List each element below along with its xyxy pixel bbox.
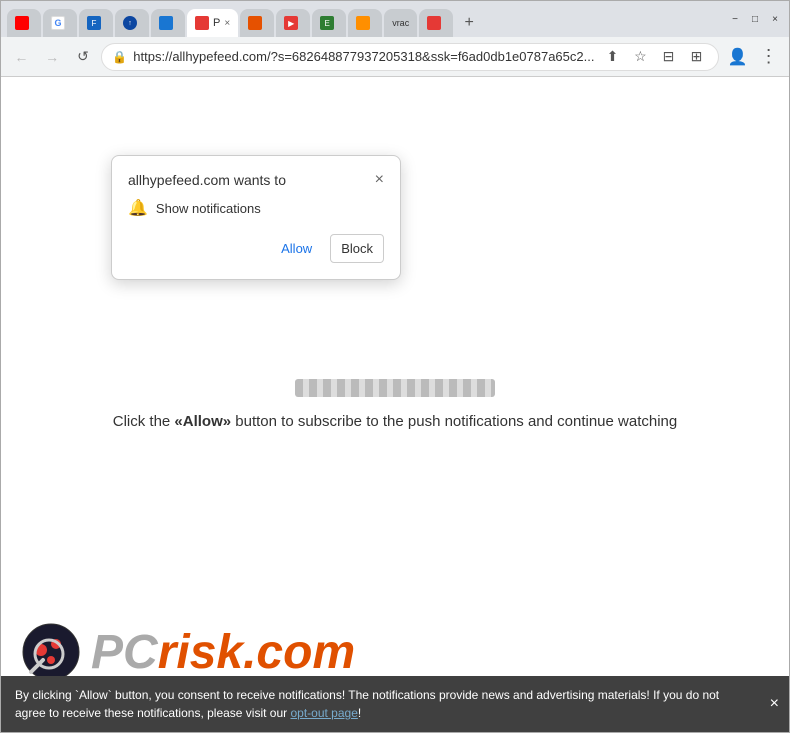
bottom-bar-text: By clicking `Allow` button, you consent … [15,686,749,722]
bottom-bar-text-end: ! [358,706,361,720]
extensions-icon[interactable]: ⊞ [684,45,708,69]
tab-yt-favicon [15,16,29,30]
tab-active-label: P [213,17,220,29]
pcrisk-pc: PC [91,626,158,679]
opt-out-link[interactable]: opt-out page [290,706,357,720]
tab-y4[interactable] [419,9,453,37]
address-bar-input[interactable]: 🔒 https://allhypefeed.com/?s=68264887793… [101,43,719,71]
tab-e-favicon: E [320,16,334,30]
tab-vrac-label: vrac [392,18,409,28]
tab-arrow[interactable]: ↑ [115,9,149,37]
tab-y2[interactable] [240,9,274,37]
popup-permission-row: 🔔 Show notifications [128,198,384,218]
pcrisk-text: PCrisk.com [91,625,355,680]
tab-active[interactable]: P × [187,9,238,37]
tab-play-favicon: ▶ [284,16,298,30]
tab-y3-favicon [356,16,370,30]
browser-window: G F ↑ P × ▶ E [0,0,790,733]
maximize-button[interactable]: □ [747,11,763,27]
tab-yt[interactable] [7,9,41,37]
notification-popup: allhypefeed.com wants to × 🔔 Show notifi… [111,155,401,280]
tab-cloud[interactable]: F [79,9,113,37]
window-controls: − □ × [727,11,783,27]
new-tab-button[interactable]: + [455,9,483,37]
reload-button[interactable]: ↺ [71,44,96,70]
popup-buttons: Allow Block [128,234,384,263]
page-content: allhypefeed.com wants to × 🔔 Show notifi… [1,77,789,732]
address-icons: ⬆ ☆ ⊟ ⊞ [600,45,708,69]
tab-y3[interactable] [348,9,382,37]
close-button[interactable]: × [767,11,783,27]
profile-button[interactable]: 👤 [725,44,750,70]
bell-icon: 🔔 [128,198,148,218]
tabs-area: G F ↑ P × ▶ E [7,1,721,37]
tab-e[interactable]: E [312,9,346,37]
pcrisk-risk: risk.com [158,626,355,679]
permission-label: Show notifications [156,201,261,216]
pcrisk-logo: PCrisk.com [21,622,355,682]
tab-blue[interactable] [151,9,185,37]
bottom-bar-close-button[interactable]: × [770,695,779,713]
minimize-button[interactable]: − [727,11,743,27]
share-icon[interactable]: ⬆ [600,45,624,69]
address-bar: ← → ↺ 🔒 https://allhypefeed.com/?s=68264… [1,37,789,77]
tab-blue-favicon [159,16,173,30]
tab-active-favicon [195,16,209,30]
tab-g-favicon: G [51,16,65,30]
block-button[interactable]: Block [330,234,384,263]
lock-icon: 🔒 [112,50,127,64]
popup-header: allhypefeed.com wants to × [128,172,384,188]
tab-y4-favicon [427,16,441,30]
allow-button[interactable]: Allow [271,234,322,263]
tab-y2-favicon [248,16,262,30]
popup-close-button[interactable]: × [375,172,384,188]
page-instruction: Click the «Allow» button to subscribe to… [113,413,678,430]
tab-cloud-favicon: F [87,16,101,30]
tab-active-close[interactable]: × [224,18,230,29]
address-text: https://allhypefeed.com/?s=6826488779372… [133,49,594,64]
pcrisk-icon [21,622,81,682]
bookmark-icon[interactable]: ☆ [628,45,652,69]
cast-icon[interactable]: ⊟ [656,45,680,69]
loading-bar [295,379,495,397]
tab-vrac[interactable]: vrac [384,9,417,37]
menu-button[interactable]: ⋮ [756,44,781,70]
tab-g[interactable]: G [43,9,77,37]
bottom-notification-bar: By clicking `Allow` button, you consent … [1,676,789,732]
tab-play[interactable]: ▶ [276,9,310,37]
tab-arrow-favicon: ↑ [123,16,137,30]
popup-title: allhypefeed.com wants to [128,172,286,188]
back-button[interactable]: ← [9,44,34,70]
title-bar: G F ↑ P × ▶ E [1,1,789,37]
forward-button[interactable]: → [40,44,65,70]
